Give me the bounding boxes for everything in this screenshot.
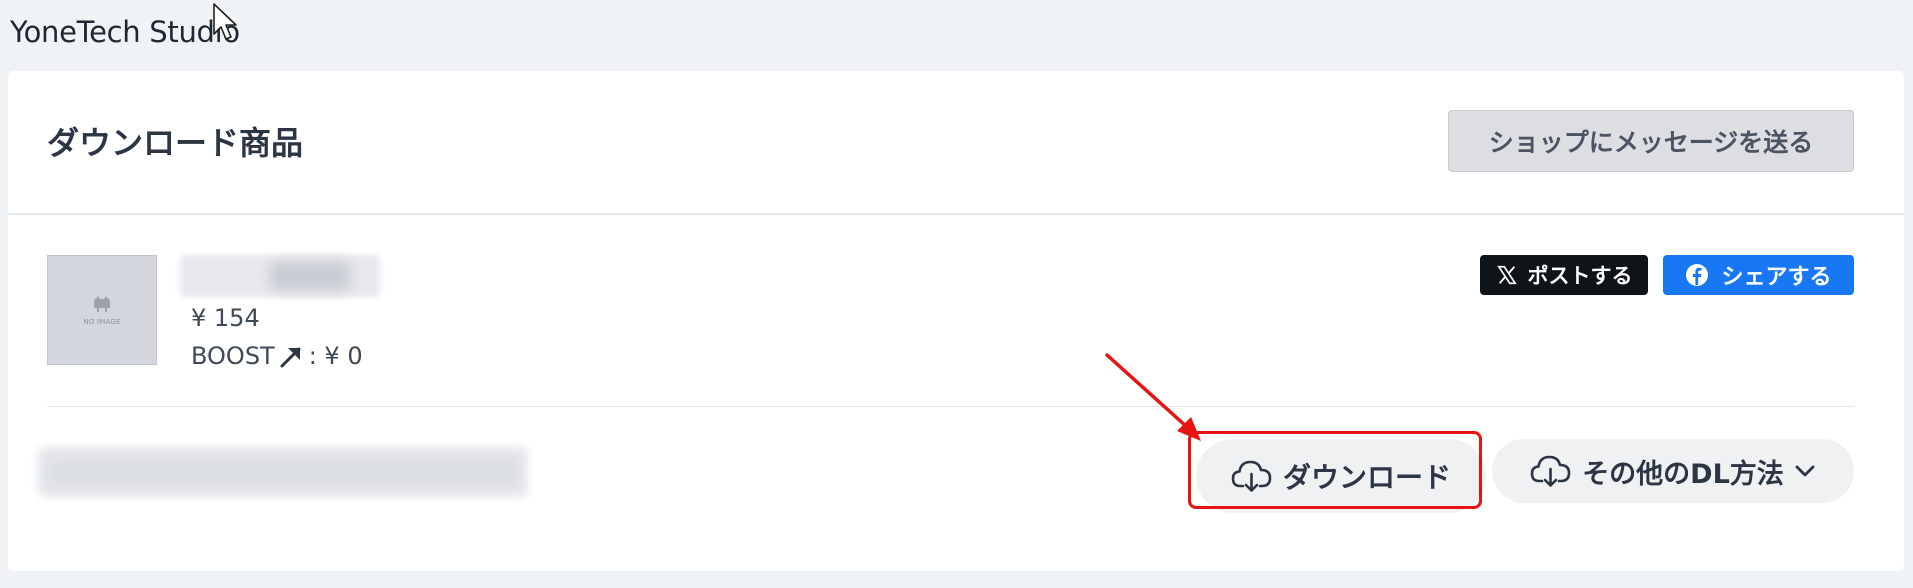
post-to-x-button[interactable]: ポストする xyxy=(1480,255,1648,295)
message-shop-button[interactable]: ショップにメッセージを送る xyxy=(1448,110,1854,172)
product-thumbnail[interactable]: NO IMAGE xyxy=(47,255,157,365)
x-logo-icon xyxy=(1496,265,1517,285)
boost-arrow-icon xyxy=(280,347,301,368)
annotation-highlight-box xyxy=(1188,431,1482,509)
product-name-redacted-core xyxy=(270,261,350,291)
facebook-logo-icon xyxy=(1686,264,1709,286)
mouse-cursor-icon xyxy=(213,3,237,40)
file-name-redacted-core xyxy=(48,459,518,485)
post-to-x-label: ポストする xyxy=(1527,264,1633,288)
other-dl-methods-label: その他のDL方法 xyxy=(1582,458,1784,490)
chevron-down-icon xyxy=(1795,465,1815,477)
divider xyxy=(47,406,1854,407)
no-image-icon xyxy=(94,296,110,312)
boost-amount: BOOST : ¥ 0 xyxy=(191,341,363,371)
boost-value: : ¥ 0 xyxy=(308,342,363,370)
annotation-arrow-icon xyxy=(1105,353,1201,441)
download-products-card: ダウンロード商品 ショップにメッセージを送る NO IMAGE ¥ 154 BO… xyxy=(8,71,1904,571)
no-image-label: NO IMAGE xyxy=(83,318,121,326)
divider xyxy=(8,213,1904,215)
boost-label: BOOST xyxy=(191,342,275,370)
page-title: ダウンロード商品 xyxy=(47,124,304,162)
cloud-download-icon xyxy=(1530,455,1571,487)
other-dl-methods-button[interactable]: その他のDL方法 xyxy=(1492,439,1854,503)
share-facebook-button[interactable]: シェアする xyxy=(1663,255,1854,295)
product-price: ¥ 154 xyxy=(191,304,260,332)
shop-name[interactable]: YoneTech Studio xyxy=(10,14,240,50)
share-facebook-label: シェアする xyxy=(1721,265,1832,290)
